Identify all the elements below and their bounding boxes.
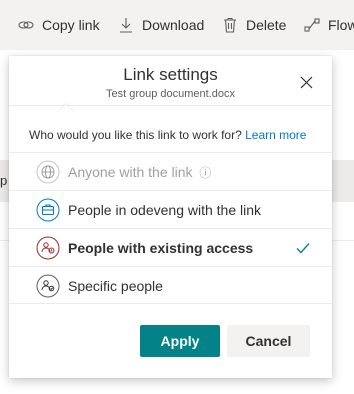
question-text: Who would you like this link to work for… <box>29 128 306 142</box>
people-existing-icon <box>36 236 60 260</box>
callout-beak <box>57 104 75 122</box>
option-organization-label: People in odeveng with the link <box>68 202 262 218</box>
trash-icon <box>222 17 238 33</box>
copy-link-button[interactable]: Copy link <box>18 0 100 50</box>
option-anyone[interactable]: Anyone with the link ⓘ <box>9 152 332 190</box>
learn-more-link[interactable]: Learn more <box>245 128 306 142</box>
briefcase-icon <box>36 198 60 222</box>
list-row-text: p <box>0 173 8 188</box>
dialog-subtitle: Test group document.docx <box>105 88 236 100</box>
option-existing-access[interactable]: People with existing access <box>9 228 332 266</box>
download-label: Download <box>142 17 205 33</box>
delete-button[interactable]: Delete <box>222 0 286 50</box>
flow-icon <box>304 17 320 33</box>
option-existing-access-label: People with existing access <box>68 240 254 256</box>
delete-label: Delete <box>246 17 287 33</box>
option-organization[interactable]: People in odeveng with the link <box>9 190 332 228</box>
dialog-header: Link settings Test group document.docx <box>9 56 332 104</box>
specific-people-icon <box>36 274 60 298</box>
option-specific-people-label: Specific people <box>68 278 163 294</box>
copy-link-label: Copy link <box>42 17 100 33</box>
header-divider <box>9 105 332 106</box>
download-button[interactable]: Download <box>118 0 204 50</box>
option-specific-people[interactable]: Specific people <box>9 266 332 304</box>
option-anyone-label: Anyone with the link ⓘ <box>68 164 211 181</box>
dialog-title: Link settings <box>123 65 218 84</box>
command-bar: Copy link Download Delete Flow <box>0 0 354 50</box>
close-button[interactable] <box>297 73 315 91</box>
cancel-button[interactable]: Cancel <box>227 325 310 357</box>
option-anyone-text: Anyone with the link <box>68 164 193 180</box>
link-icon <box>18 17 34 33</box>
apply-button[interactable]: Apply <box>140 325 220 357</box>
link-settings-dialog: Link settings Test group document.docx W… <box>9 56 332 378</box>
close-icon <box>300 76 312 88</box>
download-icon <box>118 17 134 33</box>
flow-button[interactable]: Flow <box>304 0 354 50</box>
checkmark-icon <box>296 241 310 259</box>
globe-icon <box>36 160 60 184</box>
flow-label: Flow <box>328 17 354 33</box>
page: Copy link Download Delete Flow p Link se… <box>0 0 354 394</box>
info-icon[interactable]: ⓘ <box>199 166 211 180</box>
question-label: Who would you like this link to work for… <box>29 128 242 142</box>
